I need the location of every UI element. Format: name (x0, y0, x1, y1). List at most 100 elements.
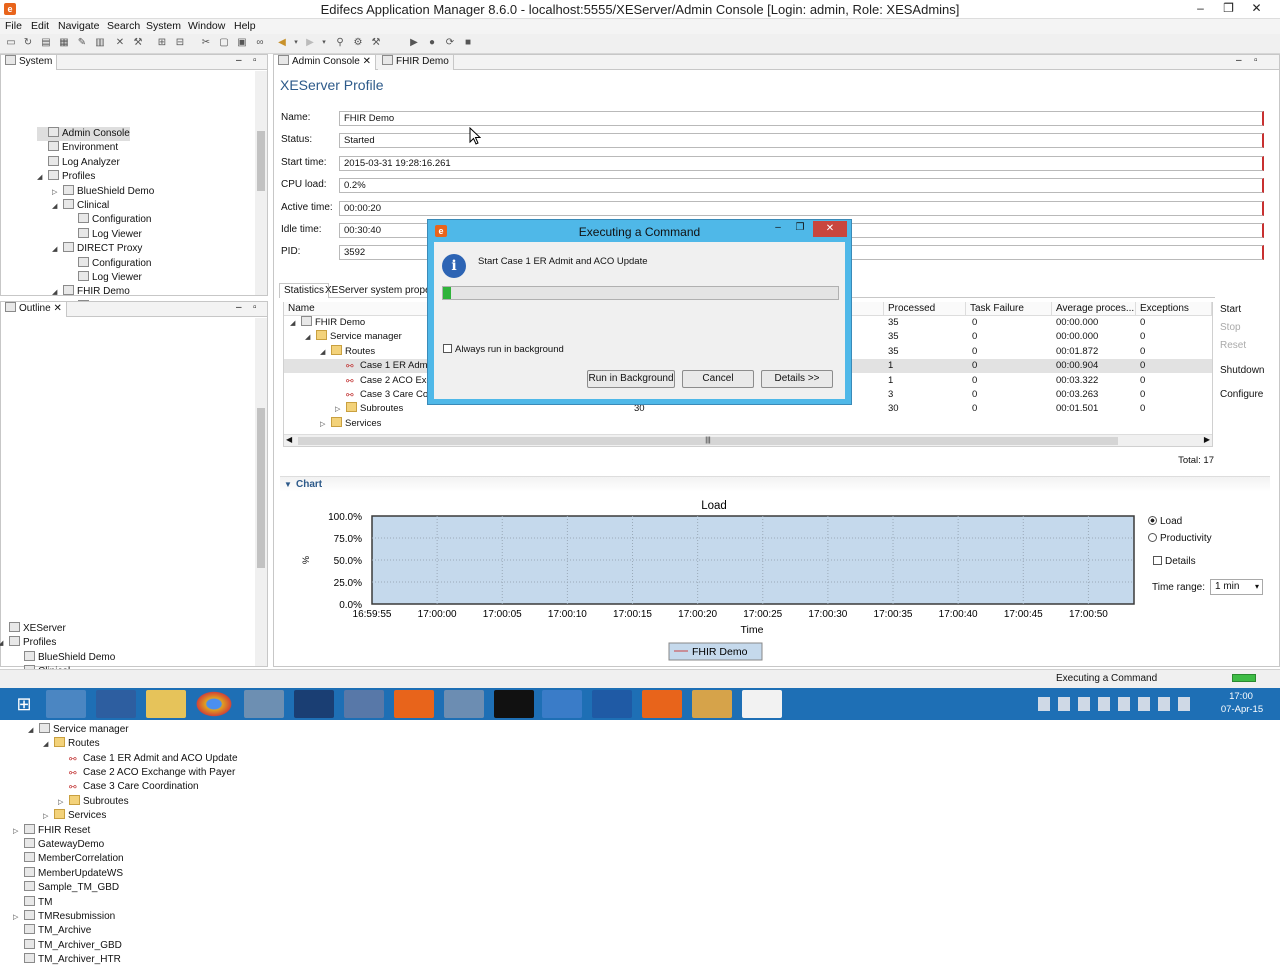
taskbar-edifecs-icon[interactable] (394, 690, 434, 718)
menu-search[interactable]: Search (107, 20, 140, 32)
tree-item-case-2-aco-exchange-with-payer[interactable]: ⚯ Case 2 ACO Exchange with Payer (58, 766, 235, 780)
link-icon[interactable]: ∞ (254, 37, 266, 49)
tree-item-log-analyzer[interactable]: Log Analyzer (37, 155, 120, 170)
tree-item-profiles[interactable]: ◢ Profiles (37, 170, 95, 184)
tab-admin-console[interactable]: Admin Console ✕ (274, 55, 376, 70)
expand-toggle-icon[interactable]: ◢ (43, 738, 52, 752)
column-header-task-failure[interactable]: Task Failure (966, 302, 1052, 316)
taskbar-chrome-icon[interactable] (194, 690, 234, 718)
view-minimize-icon[interactable]: – (236, 55, 242, 66)
expand-toggle-icon[interactable]: ◢ (320, 346, 329, 359)
cycle-icon[interactable]: ⟳ (444, 37, 456, 49)
scroll-right-icon[interactable]: ▶ (1204, 435, 1210, 444)
expand-toggle-icon[interactable]: ▷ (320, 418, 329, 431)
save-icon[interactable]: ▭ (5, 37, 17, 49)
tree-item-profiles[interactable]: ◢ Profiles (0, 636, 56, 650)
expand-toggle-icon[interactable]: ▷ (13, 911, 22, 925)
tab-statistics[interactable]: Statistics (279, 283, 330, 298)
tab-system-properties[interactable]: XEServer system propert (323, 285, 439, 297)
collapse-chart-icon[interactable]: ▼ (284, 480, 292, 489)
tree-item-admin-console[interactable]: Admin Console (37, 127, 130, 141)
tree-item-tm-archiver-htr[interactable]: TM_Archiver_HTR (13, 953, 121, 967)
find-icon[interactable]: ⚲ (334, 37, 346, 49)
tab-system[interactable]: System (1, 55, 58, 70)
expand-toggle-icon[interactable]: ▷ (13, 825, 22, 839)
maximize-button[interactable]: ❐ (1216, 0, 1241, 17)
scroll-left-icon[interactable]: ◀ (286, 435, 292, 444)
tree-item-xeserver[interactable]: XEServer (0, 622, 66, 636)
expand-toggle-icon[interactable]: ▷ (43, 810, 52, 824)
tree-item-services[interactable]: ▷ Services (43, 809, 106, 823)
time-range-select[interactable]: 1 min ▾ (1210, 579, 1263, 595)
paste-icon[interactable]: ▢ (218, 37, 230, 49)
expand-toggle-icon[interactable]: ◢ (52, 243, 61, 257)
field-name[interactable]: FHIR Demo (339, 111, 1264, 126)
tree-item-subroutes[interactable]: ▷ Subroutes (58, 794, 129, 810)
tree-item-clinical[interactable]: ◢ Clinical (52, 199, 109, 213)
taskbar-sync-icon[interactable] (542, 690, 582, 718)
taskbar-server-manager-icon[interactable] (46, 690, 86, 718)
clock-date[interactable]: 07-Apr-15 (1212, 704, 1272, 715)
grid-horizontal-scrollbar[interactable]: ◀ ||| ▶ (284, 434, 1212, 446)
dialog-minimize-button[interactable]: – (768, 222, 788, 236)
run-in-background-button[interactable]: Run in Background (587, 370, 675, 388)
structure-icon[interactable]: ⊞ (156, 37, 168, 49)
taskbar-cmd-icon[interactable] (494, 690, 534, 718)
dialog-close-button[interactable]: ✕ (813, 221, 847, 237)
menu-file[interactable]: File (5, 20, 22, 32)
properties-icon[interactable]: ▥ (94, 37, 106, 49)
shutdown-button[interactable]: Shutdown (1220, 365, 1264, 376)
start-button[interactable]: Start (1220, 304, 1241, 315)
expand-toggle-icon[interactable]: ◢ (28, 724, 37, 738)
expand-toggle-icon[interactable]: ◢ (0, 637, 7, 651)
column-header-processed[interactable]: Processed (884, 302, 966, 316)
clock-time[interactable]: 17:00 (1226, 691, 1256, 702)
taskbar-explorer-icon[interactable] (146, 690, 186, 718)
play-icon[interactable]: ▶ (408, 37, 420, 49)
taskbar-app-icon[interactable] (692, 690, 732, 718)
wrench-icon[interactable]: ⚒ (370, 37, 382, 49)
expand-toggle-icon[interactable]: ▷ (58, 796, 67, 810)
stop-button[interactable]: Stop (1220, 322, 1241, 333)
always-background-checkbox[interactable]: Always run in background (443, 344, 564, 355)
taskbar-outlook-icon[interactable] (592, 690, 632, 718)
tree-item-gatewaydemo[interactable]: GatewayDemo (13, 838, 104, 852)
tab-fhir-demo[interactable]: FHIR Demo (378, 55, 454, 70)
taskbar-edifecs-2-icon[interactable] (642, 690, 682, 718)
taskbar-network-icon[interactable] (344, 690, 384, 718)
expand-toggle-icon[interactable]: ▷ (52, 186, 61, 200)
tree-item-membercorrelation[interactable]: MemberCorrelation (13, 852, 124, 866)
tree-item-routes[interactable]: ◢ Routes (43, 737, 100, 751)
tree-item-tm[interactable]: TM (13, 895, 52, 910)
expand-toggle-icon[interactable]: ▷ (335, 403, 344, 416)
tree-item-memberupdatews[interactable]: MemberUpdateWS (13, 866, 123, 881)
menu-window[interactable]: Window (188, 20, 225, 32)
taskbar-settings-icon[interactable] (444, 690, 484, 718)
tree-item-fhir-reset[interactable]: ▷ FHIR Reset (13, 823, 90, 839)
tree-item-log-viewer[interactable]: Log Viewer (67, 271, 142, 285)
tree-item-direct-proxy[interactable]: ◢ DIRECT Proxy (52, 242, 142, 256)
outline-minimize-icon[interactable]: – (236, 302, 242, 313)
taskbar-powershell-icon[interactable] (96, 690, 136, 718)
editor-maximize-icon[interactable]: ▫ (1254, 55, 1258, 66)
minimize-button[interactable]: – (1188, 0, 1213, 17)
details-checkbox[interactable]: Details (1153, 556, 1196, 567)
back-icon[interactable]: ◀ (276, 37, 288, 49)
editor-minimize-icon[interactable]: – (1236, 55, 1242, 66)
outline-maximize-icon[interactable]: ▫ (253, 302, 257, 313)
back-dropdown-icon[interactable]: ▾ (290, 37, 302, 49)
field-active-time[interactable]: 00:00:20 (339, 200, 1264, 216)
delete-icon[interactable]: ✕ (114, 37, 126, 49)
tree-icon[interactable]: ⊟ (174, 37, 186, 49)
clipboard-icon[interactable]: ▣ (236, 37, 248, 49)
expand-toggle-icon[interactable]: ◢ (37, 171, 46, 185)
dialog-maximize-button[interactable]: ❐ (790, 222, 810, 236)
close-window-button[interactable]: ✕ (1244, 0, 1269, 17)
taskbar-calendar-icon[interactable] (294, 690, 334, 718)
reset-button[interactable]: Reset (1220, 340, 1246, 351)
tree-item-configuration[interactable]: Configuration (67, 256, 151, 271)
copy-icon[interactable]: ▦ (58, 37, 70, 49)
tree-item-blueshield-demo[interactable]: ▷ BlueShield Demo (52, 184, 154, 200)
system-tree-scrollbar[interactable] (255, 71, 267, 295)
view-maximize-icon[interactable]: ▫ (253, 55, 257, 66)
